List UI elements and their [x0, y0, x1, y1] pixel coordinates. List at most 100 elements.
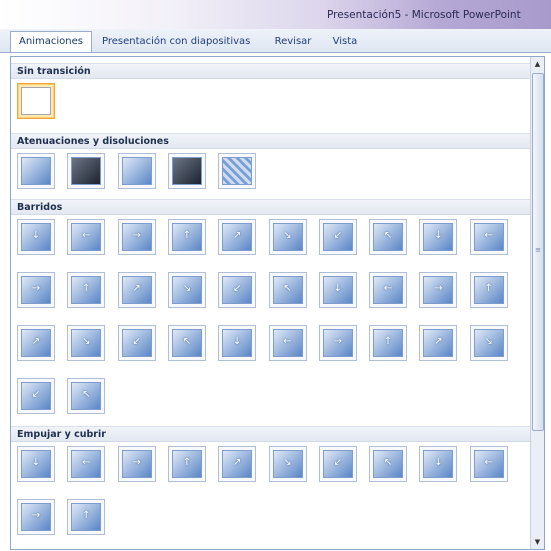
transition-thumb[interactable]: ↓	[318, 272, 357, 308]
transition-thumb[interactable]: ↓	[218, 325, 257, 361]
transition-thumb[interactable]: ↖	[67, 378, 106, 414]
transition-thumb[interactable]: ↘	[469, 325, 508, 361]
section-header-barridos: Barridos	[11, 199, 530, 215]
arrow-diagonal-icon: ↖	[182, 336, 192, 347]
transition-thumb[interactable]: ↑	[369, 325, 408, 361]
tab-presentacion-con-diapositivas[interactable]: Presentación con diapositivas	[102, 32, 250, 52]
transition-thumb[interactable]: ↑	[167, 219, 206, 255]
transition-thumb[interactable]: ↙	[218, 272, 257, 308]
transition-thumb[interactable]: ↖	[369, 219, 408, 255]
transition-thumb[interactable]: ↘	[67, 325, 106, 361]
arrow-diagonal-icon: ↙	[333, 457, 342, 468]
transition-thumb[interactable]: →	[117, 446, 156, 482]
gallery-content: Sin transición Atenuaciones y disolucion…	[11, 57, 530, 549]
transition-thumb[interactable]: ↙	[318, 219, 357, 255]
arrow-up-icon: ↑	[82, 283, 91, 294]
tab-animaciones[interactable]: Animaciones	[10, 31, 92, 52]
arrow-down-icon: ↓	[434, 230, 443, 241]
arrow-right-icon: →	[31, 283, 41, 294]
scroll-thumb[interactable]: ≡	[532, 73, 544, 431]
arrow-down-icon: ↓	[434, 457, 443, 468]
transition-thumb[interactable]: ↓	[17, 446, 55, 482]
transition-thumb[interactable]: →	[318, 325, 357, 361]
transition-thumb[interactable]: →	[419, 272, 458, 308]
transition-thumb[interactable]: ↗	[218, 219, 257, 255]
transition-thumb[interactable]	[17, 83, 55, 119]
arrow-diagonal-icon: ↘	[484, 336, 493, 347]
arrow-diagonal-icon: ↙	[31, 389, 41, 400]
transition-thumb[interactable]: ↘	[268, 446, 307, 482]
transition-thumb[interactable]: ↑	[469, 272, 508, 308]
arrow-left-icon: ←	[383, 283, 393, 294]
tab-revisar[interactable]: Revisar	[268, 32, 318, 52]
window-title: Presentación5 - Microsoft PowerPoint	[327, 9, 521, 21]
arrow-left-icon: ←	[82, 230, 91, 241]
transition-thumb[interactable]: ←	[67, 219, 106, 255]
arrow-diagonal-icon: ↘	[182, 283, 192, 294]
transition-thumb[interactable]	[167, 153, 206, 189]
transition-gallery: Sin transición Atenuaciones y disolucion…	[10, 56, 545, 550]
arrow-diagonal-icon: ↗	[31, 336, 41, 347]
transition-thumb[interactable]	[17, 153, 55, 189]
transition-thumb[interactable]: →	[17, 272, 55, 308]
arrow-up-icon: ↑	[82, 510, 91, 521]
triangle-down-icon[interactable]: ▼	[531, 535, 544, 549]
arrow-diagonal-icon: ↖	[82, 389, 91, 400]
slide-preview-icon	[171, 157, 202, 185]
transition-thumb[interactable]: ↘	[268, 219, 307, 255]
transition-thumb[interactable]: ←	[268, 325, 307, 361]
grip-icon: ≡	[535, 246, 541, 254]
section-header-atenuaciones: Atenuaciones y disoluciones	[11, 133, 530, 149]
gallery-scrollbar[interactable]: ▲ ≡ ▼	[530, 57, 544, 549]
transition-thumb[interactable]: ↓	[419, 446, 458, 482]
arrow-diagonal-icon: ↖	[283, 283, 292, 294]
transition-thumb[interactable]: ↗	[419, 325, 458, 361]
transition-thumb[interactable]: ↓	[419, 219, 458, 255]
transition-thumb[interactable]	[218, 153, 257, 189]
transition-thumb[interactable]: →	[117, 219, 156, 255]
transition-thumb[interactable]: ↘	[167, 272, 206, 308]
transition-thumb[interactable]: ←	[469, 446, 508, 482]
slide-preview-icon	[71, 157, 102, 185]
arrow-left-icon: ←	[82, 457, 91, 468]
transition-thumb[interactable]: ↑	[67, 272, 106, 308]
arrow-right-icon: →	[132, 230, 141, 241]
section-header-empujar-y-cubrir: Empujar y cubrir	[11, 426, 530, 442]
arrow-diagonal-icon: ↗	[232, 230, 242, 241]
transition-thumb[interactable]: ↗	[218, 446, 257, 482]
transition-thumb[interactable]: ↙	[17, 378, 55, 414]
transition-thumb[interactable]	[117, 153, 156, 189]
tab-vista[interactable]: Vista	[325, 32, 365, 52]
transition-thumb[interactable]: ←	[67, 446, 106, 482]
arrow-left-icon: ←	[484, 230, 493, 241]
title-bar: Presentación5 - Microsoft PowerPoint	[0, 0, 551, 29]
transition-thumb[interactable]: ↗	[17, 325, 55, 361]
transition-thumb[interactable]: ↗	[117, 272, 156, 308]
transition-thumb[interactable]	[67, 153, 106, 189]
arrow-right-icon: →	[434, 283, 443, 294]
transition-thumb[interactable]: ←	[469, 219, 508, 255]
section-header-sin-transicion: Sin transición	[11, 63, 530, 79]
arrow-diagonal-icon: ↖	[383, 457, 393, 468]
arrow-diagonal-icon: ↙	[132, 336, 141, 347]
arrow-left-icon: ←	[283, 336, 292, 347]
transition-thumb[interactable]: ←	[369, 272, 408, 308]
transition-thumb[interactable]: ↙	[318, 446, 357, 482]
transition-thumb[interactable]: ↑	[67, 499, 106, 535]
arrow-diagonal-icon: ↗	[232, 457, 242, 468]
transition-thumb[interactable]: →	[17, 499, 55, 535]
transition-thumb[interactable]: ↑	[167, 446, 206, 482]
arrow-diagonal-icon: ↘	[283, 457, 292, 468]
arrow-up-icon: ↑	[182, 230, 192, 241]
transition-thumb[interactable]: ↖	[167, 325, 206, 361]
arrow-down-icon: ↓	[333, 283, 342, 294]
transition-thumb[interactable]: ↙	[117, 325, 156, 361]
transition-thumb[interactable]: ↓	[17, 219, 55, 255]
arrow-down-icon: ↓	[232, 336, 242, 347]
transition-thumb[interactable]: ↖	[369, 446, 408, 482]
slide-preview-icon	[121, 157, 152, 185]
triangle-up-icon[interactable]: ▲	[531, 57, 544, 71]
arrow-up-icon: ↑	[484, 283, 493, 294]
arrow-diagonal-icon: ↘	[82, 336, 91, 347]
transition-thumb[interactable]: ↖	[268, 272, 307, 308]
